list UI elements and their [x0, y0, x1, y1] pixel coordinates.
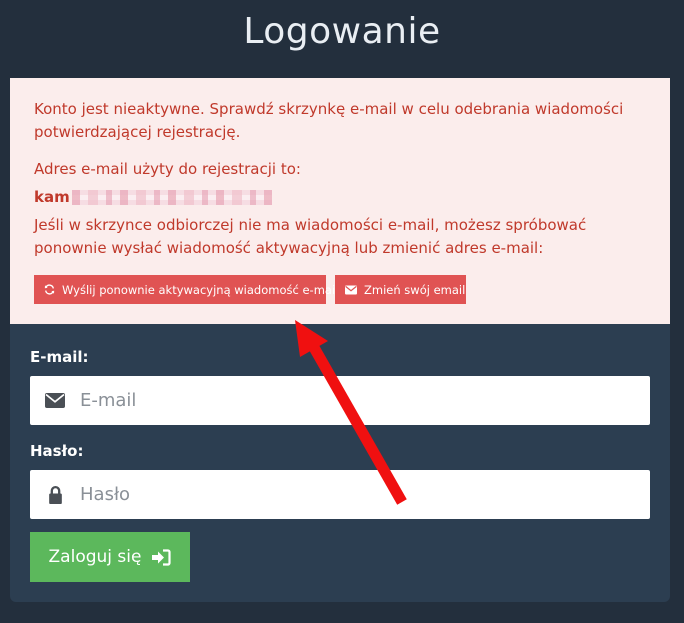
- email-label: E-mail:: [30, 348, 89, 366]
- sign-in-icon: [151, 548, 172, 566]
- refresh-icon: [44, 284, 55, 295]
- password-label: Hasło:: [30, 442, 84, 460]
- change-email-button[interactable]: Zmień swój email: [335, 275, 466, 304]
- registered-email: kam: [34, 186, 654, 209]
- envelope-icon: [30, 393, 80, 408]
- resend-activation-button[interactable]: Wyślij ponownie aktywacyjną wiadomość e-…: [34, 275, 338, 304]
- login-card: Konto jest nieaktywne. Sprawdź skrzynkę …: [10, 78, 670, 602]
- lock-icon: [30, 485, 80, 504]
- page-title: Logowanie: [243, 11, 441, 52]
- change-email-label: Zmień swój email: [364, 282, 466, 297]
- alert-address-label: Adres e-mail użyty do rejestracji to:: [34, 160, 301, 178]
- registered-email-text: kam: [34, 188, 70, 206]
- inactive-account-alert: Konto jest nieaktywne. Sprawdź skrzynkę …: [10, 78, 670, 324]
- resend-activation-label: Wyślij ponownie aktywacyjną wiadomość e-…: [62, 282, 339, 297]
- login-button-label: Zaloguj się: [48, 547, 142, 567]
- password-field-wrapper[interactable]: [30, 470, 650, 519]
- alert-message: Konto jest nieaktywne. Sprawdź skrzynkę …: [34, 100, 624, 141]
- envelope-icon: [345, 285, 357, 295]
- alert-instructions: Jeśli w skrzynce odbiorczej nie ma wiado…: [34, 216, 587, 257]
- password-input[interactable]: [80, 471, 650, 518]
- login-button[interactable]: Zaloguj się: [30, 532, 190, 582]
- email-field-wrapper[interactable]: [30, 376, 650, 425]
- email-input[interactable]: [80, 377, 650, 424]
- redacted-email-blur: [71, 190, 272, 205]
